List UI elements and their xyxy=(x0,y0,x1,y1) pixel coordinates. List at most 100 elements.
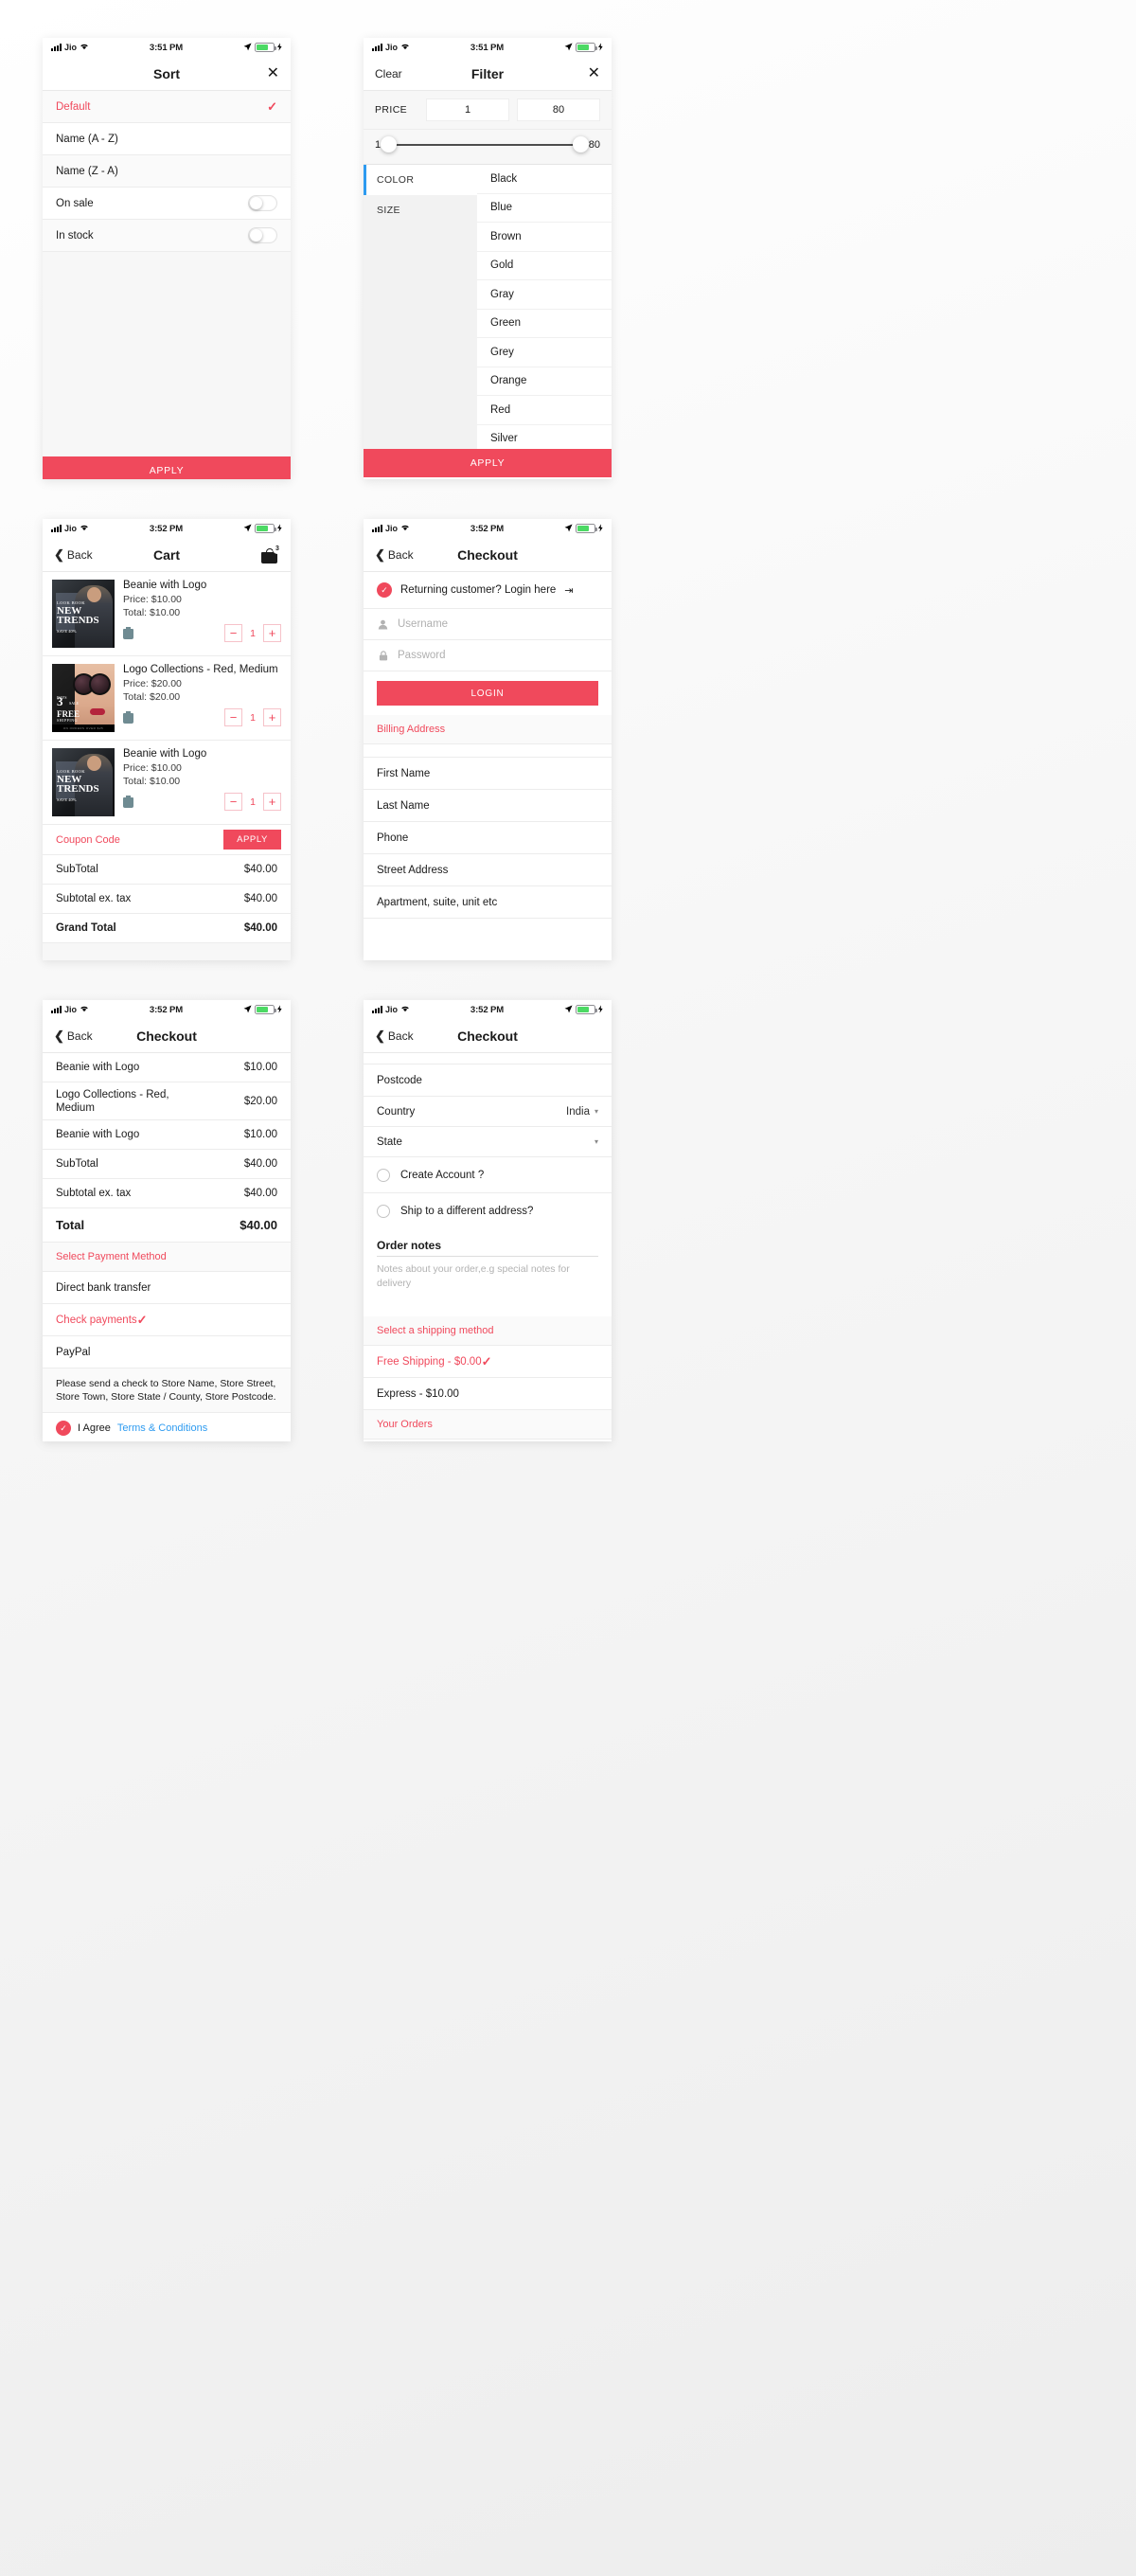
price-row: PRICE 1 80 xyxy=(364,91,612,130)
order-total: Total $40.00 xyxy=(43,1208,291,1243)
product-total: Total: $10.00 xyxy=(123,776,181,787)
ship-different-label: Ship to a different address? xyxy=(400,1206,534,1217)
quantity-stepper[interactable]: − 1 + xyxy=(224,624,281,642)
decrease-button[interactable]: − xyxy=(224,793,242,811)
on-sale-toggle[interactable] xyxy=(248,195,277,211)
price-min-input[interactable]: 1 xyxy=(426,98,509,121)
ship-different-row[interactable]: Ship to a different address? xyxy=(364,1193,612,1229)
increase-button[interactable]: + xyxy=(263,624,281,642)
apply-button[interactable]: APPLY xyxy=(364,449,612,477)
decrease-button[interactable]: − xyxy=(224,708,242,726)
battery-icon xyxy=(255,524,276,533)
filter-category-color[interactable]: COLOR xyxy=(364,165,477,195)
phone-field[interactable]: Phone xyxy=(364,822,612,854)
price-slider[interactable]: 1 80 xyxy=(364,130,612,165)
first-name-field[interactable]: First Name xyxy=(364,758,612,790)
sort-navbar: Sort ✕ xyxy=(43,57,291,91)
payment-paypal[interactable]: PayPal xyxy=(43,1336,291,1368)
signal-bars-icon xyxy=(372,44,382,51)
filter-category-label: COLOR xyxy=(377,174,415,186)
filter-value-list[interactable]: Black Blue Brown Gold Gray Green Grey Or… xyxy=(477,165,612,449)
sort-option-default[interactable]: Default ✓ xyxy=(43,91,291,123)
price-max-input[interactable]: 80 xyxy=(517,98,600,121)
back-button[interactable]: ❮ Back xyxy=(375,1029,414,1044)
sort-option-name-za[interactable]: Name (Z - A) xyxy=(43,155,291,188)
order-line: Beanie with Logo $10.00 xyxy=(43,1053,291,1082)
sort-toggle-on-sale[interactable]: On sale xyxy=(43,188,291,220)
close-icon[interactable]: ✕ xyxy=(588,65,600,81)
password-row[interactable]: Password xyxy=(364,640,612,671)
state-select[interactable]: State ▾ xyxy=(364,1127,612,1157)
product-thumbnail: 3 DAYS SALE FREE SHIPPING ON ORDERS OVER… xyxy=(52,664,115,732)
username-row[interactable]: Username xyxy=(364,609,612,640)
apartment-field[interactable]: Apartment, suite, unit etc xyxy=(364,886,612,919)
password-input[interactable]: Password xyxy=(398,650,446,661)
sort-empty-area xyxy=(43,252,291,456)
in-stock-toggle[interactable] xyxy=(248,227,277,243)
create-account-radio[interactable] xyxy=(377,1168,390,1182)
terms-link[interactable]: Terms & Conditions xyxy=(117,1422,207,1434)
product-thumbnail: LOOK BOOK NEW TRENDS SAVE 40% xyxy=(52,580,115,648)
increase-button[interactable]: + xyxy=(263,708,281,726)
coupon-apply-button[interactable]: APPLY xyxy=(223,830,281,850)
slider-track[interactable] xyxy=(381,136,589,153)
coupon-input[interactable]: Coupon Code xyxy=(56,834,223,846)
filter-value[interactable]: Green xyxy=(477,310,612,338)
wifi-icon xyxy=(400,1005,410,1014)
sort-toggle-in-stock[interactable]: In stock xyxy=(43,220,291,252)
filter-value[interactable]: Black xyxy=(477,165,612,194)
apply-button[interactable]: APPLY xyxy=(43,456,291,479)
filter-value[interactable]: Orange xyxy=(477,367,612,396)
status-bar: Jio 3:52 PM xyxy=(364,519,612,538)
chevron-left-icon: ❮ xyxy=(54,1028,64,1043)
status-right xyxy=(243,42,282,53)
back-button[interactable]: ❮ Back xyxy=(375,547,414,563)
order-line-value: $20.00 xyxy=(243,1095,277,1107)
last-name-field[interactable]: Last Name xyxy=(364,790,612,822)
filter-value[interactable]: Gray xyxy=(477,280,612,310)
shipping-free[interactable]: Free Shipping - $0.00 ✓ xyxy=(364,1346,612,1378)
slider-knob-max[interactable] xyxy=(572,136,589,153)
country-value: India xyxy=(566,1105,590,1118)
clear-button[interactable]: Clear xyxy=(375,67,402,80)
back-button[interactable]: ❮ Back xyxy=(54,547,93,563)
delete-icon[interactable] xyxy=(123,627,133,639)
back-button[interactable]: ❮ Back xyxy=(54,1029,93,1044)
sort-option-name-az[interactable]: Name (A - Z) xyxy=(43,123,291,155)
signal-bars-icon xyxy=(51,525,62,532)
filter-value[interactable]: Brown xyxy=(477,223,612,252)
increase-button[interactable]: + xyxy=(263,793,281,811)
payment-direct-bank[interactable]: Direct bank transfer xyxy=(43,1272,291,1304)
ship-different-radio[interactable] xyxy=(377,1205,390,1218)
terms-agree-row[interactable]: ✓ I Agree Terms & Conditions xyxy=(43,1413,291,1441)
decrease-button[interactable]: − xyxy=(224,624,242,642)
filter-value[interactable]: Red xyxy=(477,396,612,425)
slider-knob-min[interactable] xyxy=(381,136,398,153)
quantity-stepper[interactable]: − 1 + xyxy=(224,793,281,811)
filter-value[interactable]: Grey xyxy=(477,338,612,367)
filter-value[interactable]: Blue xyxy=(477,194,612,223)
login-button[interactable]: LOGIN xyxy=(377,681,598,706)
filter-category-size[interactable]: SIZE xyxy=(364,195,477,225)
create-account-row[interactable]: Create Account ? xyxy=(364,1157,612,1193)
returning-customer-row[interactable]: ✓ Returning customer? Login here ⇥ xyxy=(364,572,612,609)
postcode-field[interactable]: Postcode xyxy=(364,1064,612,1097)
delete-icon[interactable] xyxy=(123,711,133,724)
street-address-field[interactable]: Street Address xyxy=(364,854,612,886)
country-select[interactable]: Country India ▾ xyxy=(364,1097,612,1127)
cart-bag-icon[interactable]: 3 xyxy=(260,544,282,564)
payment-check[interactable]: Check payments ✓ xyxy=(43,1304,291,1336)
delete-icon[interactable] xyxy=(123,796,133,808)
order-line-label: SubTotal xyxy=(56,1158,98,1170)
username-input[interactable]: Username xyxy=(398,618,448,630)
filter-value[interactable]: Silver xyxy=(477,425,612,450)
status-right xyxy=(564,523,603,534)
check-circle-icon[interactable]: ✓ xyxy=(56,1421,71,1436)
order-notes-input[interactable]: Notes about your order,e.g special notes… xyxy=(377,1256,598,1307)
order-line: Beanie with Logo $10.00 xyxy=(43,1120,291,1150)
shipping-express[interactable]: Express - $10.00 xyxy=(364,1378,612,1410)
close-icon[interactable]: ✕ xyxy=(267,65,279,81)
product-total: Total: $10.00 xyxy=(123,607,181,618)
quantity-stepper[interactable]: − 1 + xyxy=(224,708,281,726)
filter-value[interactable]: Gold xyxy=(477,252,612,280)
